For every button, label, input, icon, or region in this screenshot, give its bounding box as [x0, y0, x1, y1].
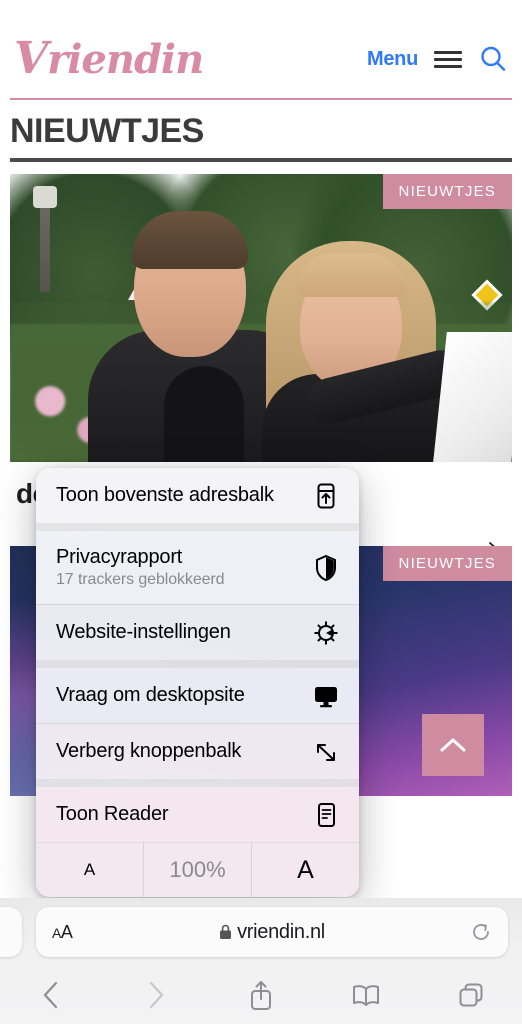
site-logo[interactable]: Vriendin [14, 33, 204, 84]
menu-item-label: Vraag om desktopsite [56, 684, 245, 706]
menu-button-label[interactable]: Menu [367, 48, 418, 71]
menu-group-divider [36, 660, 359, 668]
menu-item-label: Verberg knoppenbalk [56, 740, 242, 762]
couple-photo: P [10, 173, 512, 462]
url-display: vriendin.nl [36, 921, 508, 944]
menu-item-label: Privacyrapport [56, 546, 183, 568]
reader-document-icon [318, 802, 335, 827]
header-actions: Menu [367, 44, 508, 74]
menu-group-divider [36, 523, 359, 531]
menu-item-label: Toon Reader [56, 803, 169, 825]
section-divider [10, 157, 512, 162]
menu-item-show-reader[interactable]: Toon Reader [36, 787, 359, 842]
browser-viewport: Vriendin Menu NIEUWTJES NIEUWTJES NIEUWT… [0, 0, 522, 1024]
chevron-right-icon [149, 981, 164, 1009]
article-card[interactable]: P [10, 173, 512, 558]
article-image: P [10, 173, 512, 462]
section-header: NIEUWTJES [0, 100, 522, 162]
chevron-up-icon [440, 738, 466, 752]
zoom-decrease-button[interactable]: A [36, 843, 143, 897]
desktop-monitor-icon [315, 686, 337, 707]
tabs-icon [459, 983, 483, 1007]
menu-item-show-top-address-bar[interactable]: Toon bovenste adresbalk [36, 468, 359, 523]
menu-item-website-settings[interactable]: Website-instellingen [36, 605, 359, 660]
text-size-button[interactable]: AA [52, 921, 73, 943]
text-size-large-a: A [60, 921, 73, 942]
share-button[interactable] [244, 978, 278, 1012]
browser-bottom-chrome: AA vriendin.nl [0, 898, 522, 1024]
menu-item-privacy-report[interactable]: Privacyrapport 17 trackers geblokkeerd [36, 531, 359, 604]
article-badge: NIEUWTJES [382, 173, 512, 209]
bookmarks-button[interactable] [349, 978, 383, 1012]
share-icon [251, 981, 271, 1010]
text-size-small-a: A [52, 924, 61, 941]
scroll-to-top-button[interactable] [422, 713, 484, 776]
menu-item-request-desktop-site[interactable]: Vraag om desktopsite [36, 668, 359, 723]
tabs-button[interactable] [454, 978, 488, 1012]
back-button[interactable] [34, 978, 68, 1012]
hamburger-icon[interactable] [434, 50, 462, 68]
status-bar [0, 0, 522, 20]
site-header: Vriendin Menu [0, 20, 522, 98]
page-title: NIEUWTJES [10, 112, 204, 150]
zoom-level-label: 100% [143, 843, 251, 897]
logo-heart-v: V [14, 33, 48, 84]
zoom-increase-button[interactable]: A [251, 843, 359, 897]
menu-item-label: Website-instellingen [56, 621, 231, 643]
expand-diagonal-icon [317, 743, 335, 761]
book-icon [353, 985, 379, 1006]
zoom-controls: A 100% A [36, 843, 359, 897]
menu-item-label: Toon bovenste adresbalk [56, 484, 274, 506]
menu-group-divider [36, 779, 359, 787]
gear-icon [314, 621, 338, 644]
shield-icon [316, 554, 336, 581]
article-badge: NIEUWTJES [382, 545, 512, 581]
forward-button[interactable] [139, 978, 173, 1012]
search-icon[interactable] [478, 44, 508, 74]
address-bar-top-icon [317, 483, 335, 508]
menu-item-hide-toolbar[interactable]: Verberg knoppenbalk [36, 724, 359, 779]
adjacent-tab-preview[interactable] [0, 907, 22, 957]
url-text: vriendin.nl [237, 920, 325, 943]
logo-text: riendin [47, 36, 204, 83]
menu-item-sublabel: 17 trackers geblokkeerd [56, 571, 225, 588]
reload-icon[interactable] [470, 921, 492, 943]
lock-icon [220, 924, 232, 939]
address-bar[interactable]: AA vriendin.nl [36, 907, 508, 957]
safari-page-menu: Toon bovenste adresbalk Privacyrapport 1… [36, 468, 359, 897]
tab-strip: AA vriendin.nl [0, 898, 522, 966]
chevron-left-icon [43, 981, 58, 1009]
